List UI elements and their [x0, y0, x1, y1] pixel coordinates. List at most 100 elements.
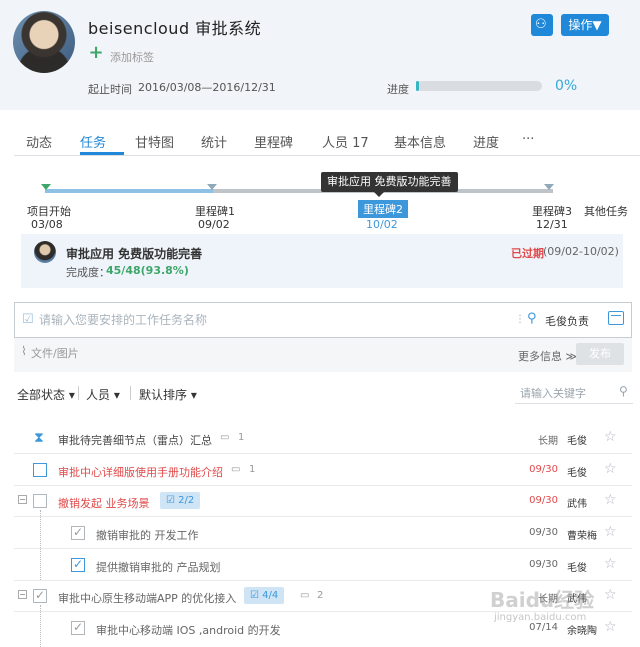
subtask-row[interactable]: 撤销审批的 开发工作 09/30 曹荣梅 ☆ [14, 517, 632, 549]
tab-gantt[interactable]: 甘特图 [135, 132, 174, 151]
task-due-date: 长期 [538, 436, 558, 447]
subtask-count-badge[interactable]: ☑ 2/2 [160, 492, 201, 509]
milestone-name-3[interactable]: 里程碑3 [532, 203, 572, 219]
project-header: beisencloud 审批系统 + 添加标签 起止时间 2016/03/08—… [0, 0, 640, 110]
overdue-badge: 已过期 [511, 247, 544, 260]
task-checkbox[interactable] [33, 588, 47, 603]
paperclip-icon[interactable]: ⌇ [21, 344, 27, 358]
milestone-marker-start[interactable] [41, 184, 51, 190]
hourglass-icon: ⧗ [34, 430, 44, 446]
subtask-checkbox[interactable] [71, 525, 85, 540]
task-row[interactable]: 审批中心详细版使用手册功能介绍 ▭ 1 09/30 毛俊 ☆ [14, 454, 632, 486]
tab-bar: 动态 任务 甘特图 统计 里程碑 人员 17 基本信息 进度 ··· [14, 126, 640, 156]
task-due-date: 07/14 [529, 622, 558, 633]
publish-button[interactable]: 发布 [576, 343, 624, 365]
task-due-date: 09/30 [529, 464, 558, 475]
comment-count: 1 [249, 464, 256, 475]
comment-icon[interactable]: ▭ [231, 464, 240, 475]
card-title[interactable]: 审批应用 免费版功能完善 [66, 245, 202, 262]
tab-progress[interactable]: 进度 [473, 132, 499, 151]
task-owner[interactable]: 毛俊 [567, 464, 587, 479]
divider [78, 386, 79, 400]
task-title[interactable]: 撤销审批的 开发工作 [96, 527, 199, 543]
edit-icon: ☑ [22, 312, 34, 327]
progress-value: 0% [555, 78, 578, 94]
milestone-marker-3[interactable] [544, 184, 554, 190]
task-title[interactable]: 撤销发起 业务场景 [58, 495, 150, 511]
add-tag-link[interactable]: 添加标签 [110, 49, 154, 65]
sort-filter[interactable]: 默认排序 ▾ [139, 386, 197, 403]
task-owner[interactable]: 余晓陶 [567, 622, 597, 637]
collapse-toggle-icon[interactable]: − [18, 495, 27, 504]
task-owner[interactable]: 武伟 [567, 495, 587, 510]
tab-basic-info[interactable]: 基本信息 [394, 132, 446, 151]
task-owner[interactable]: 毛俊 [567, 559, 587, 574]
more-info-link[interactable]: 更多信息 ≫ [518, 348, 577, 364]
calendar-icon[interactable] [608, 311, 624, 325]
task-title[interactable]: 审批中心移动端 IOS ,android 的开发 [96, 622, 281, 638]
task-due-date: 09/30 [529, 495, 558, 506]
milestone-name-2[interactable]: 里程碑2 [358, 200, 408, 218]
comment-icon[interactable]: ▭ [220, 432, 229, 443]
task-title[interactable]: 提供撤销审批的 产品规划 [96, 559, 221, 575]
completion-label: 完成度： [66, 266, 110, 279]
task-owner[interactable]: 曹荣梅 [567, 527, 597, 542]
search-icon[interactable]: ⚲ [619, 384, 628, 398]
other-tasks-link[interactable]: 其他任务 [584, 203, 628, 219]
milestone-date-start: 03/08 [31, 218, 63, 231]
task-row[interactable]: − 撤销发起 业务场景 ☑ 2/2 09/30 武伟 ☆ [14, 485, 632, 517]
milestone-name-1[interactable]: 里程碑1 [195, 203, 235, 219]
task-due-date: 09/30 [529, 527, 558, 538]
task-checkbox[interactable] [33, 463, 47, 477]
task-title[interactable]: 审批中心原生移动端APP 的优化接入 [58, 590, 236, 606]
tab-activity[interactable]: 动态 [26, 132, 52, 151]
star-icon[interactable]: ☆ [604, 524, 617, 540]
task-checkbox[interactable] [33, 494, 47, 508]
star-icon[interactable]: ☆ [604, 556, 617, 572]
task-due-date: 09/30 [529, 559, 558, 570]
subtask-checkbox[interactable] [71, 620, 85, 635]
tab-members[interactable]: 人员 17 [322, 132, 369, 151]
tab-tasks[interactable]: 任务 [80, 132, 106, 151]
milestone-name-start[interactable]: 项目开始 [27, 203, 71, 219]
card-date-range: (09/02-10/02) [543, 245, 619, 258]
plus-icon[interactable]: + [88, 44, 104, 62]
status-filter[interactable]: 全部状态 ▾ [17, 386, 75, 403]
task-title[interactable]: 审批待完善细节点（雷点）汇总 [58, 432, 212, 448]
watermark: Baidu经验 [490, 588, 595, 612]
star-icon[interactable]: ☆ [604, 429, 617, 445]
owner-selector[interactable]: 毛俊负责 [545, 313, 589, 329]
comment-count: 1 [238, 432, 245, 443]
star-icon[interactable]: ☆ [604, 461, 617, 477]
attach-file-link[interactable]: 文件/图片 [31, 345, 79, 361]
task-row[interactable]: ⧗ 审批待完善细节点（雷点）汇总 ▭ 1 长期 毛俊 ☆ [14, 422, 632, 454]
new-task-input[interactable] [39, 311, 509, 329]
task-title[interactable]: 审批中心详细版使用手册功能介绍 [58, 464, 223, 480]
collapse-toggle-icon[interactable]: − [18, 590, 27, 599]
milestone-task-card[interactable]: 审批应用 免费版功能完善 完成度： 45/48(93.8%) 已过期 (09/0… [21, 234, 623, 288]
tab-statistics[interactable]: 统计 [201, 132, 227, 151]
watermark-url: jingyan.baidu.com [494, 612, 587, 623]
star-icon[interactable]: ☆ [604, 492, 617, 508]
subtask-row[interactable]: 提供撤销审批的 产品规划 09/30 毛俊 ☆ [14, 549, 632, 581]
milestone-track [45, 189, 553, 193]
subtask-count: 2/2 [178, 495, 195, 506]
action-dropdown-button[interactable]: 操作▼ [561, 14, 609, 36]
tab-more[interactable]: ··· [522, 132, 534, 147]
people-filter[interactable]: 人员 ▾ [86, 386, 120, 403]
milestone-date-3: 12/31 [536, 218, 568, 231]
search-input[interactable] [520, 384, 615, 402]
milestone-marker-1[interactable] [207, 184, 217, 190]
subtask-checkbox[interactable] [71, 557, 85, 572]
milestone-tooltip: 审批应用 免费版功能完善 [321, 172, 458, 192]
members-button[interactable]: ⚇ [531, 14, 553, 36]
task-owner[interactable]: 毛俊 [567, 432, 587, 447]
page-title: beisencloud 审批系统 [88, 19, 262, 38]
subtask-count-badge[interactable]: ☑ 4/4 [244, 587, 285, 604]
start-time-label: 起止时间 [88, 83, 132, 96]
star-icon[interactable]: ☆ [604, 619, 617, 635]
tab-milestones[interactable]: 里程碑 [254, 132, 293, 151]
star-icon[interactable]: ☆ [604, 587, 617, 603]
comment-icon[interactable]: ▭ [300, 590, 309, 601]
subtask-count: 4/4 [262, 590, 279, 601]
